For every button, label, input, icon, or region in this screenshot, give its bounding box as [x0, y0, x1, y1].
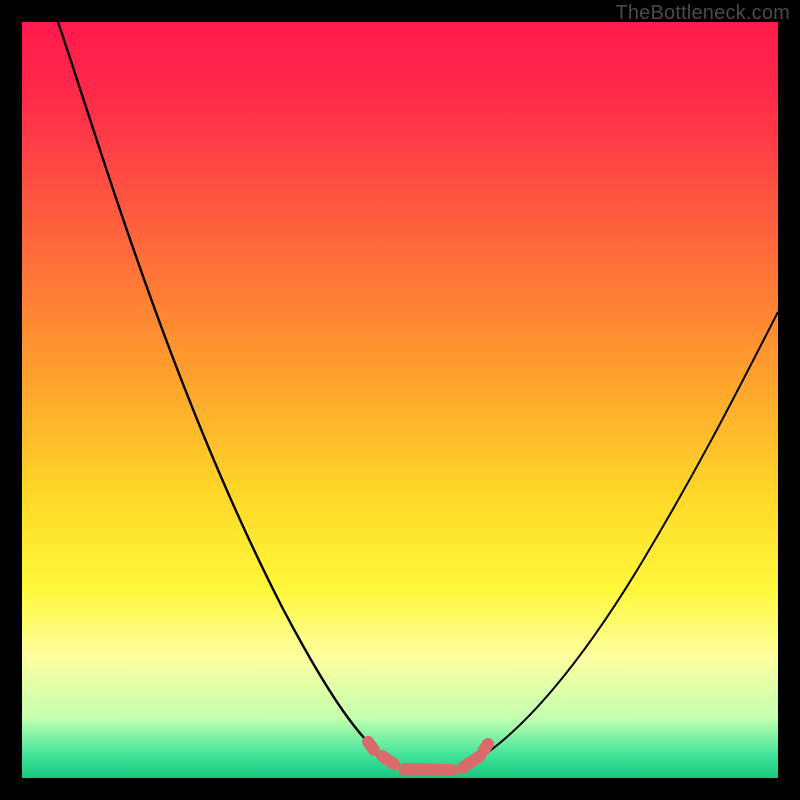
highlight-minimum-dots: [368, 742, 488, 770]
plot-area: [22, 22, 778, 778]
bottleneck-curve-right: [470, 312, 778, 764]
curve-layer: [22, 22, 778, 778]
chart-frame: TheBottleneck.com: [0, 0, 800, 800]
bottleneck-curve-left: [58, 22, 390, 762]
